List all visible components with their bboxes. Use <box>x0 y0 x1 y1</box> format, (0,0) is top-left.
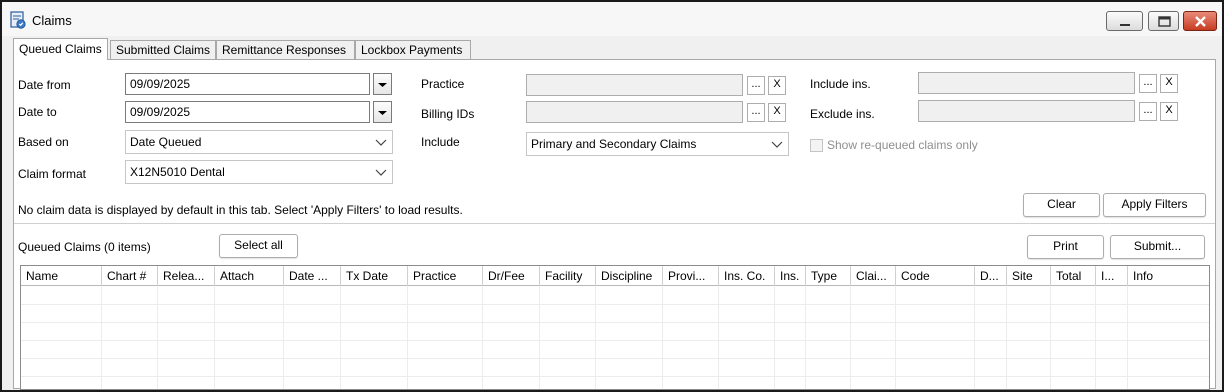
claims-window: Claims Queued Claims Submitted Claims Re… <box>0 0 1224 392</box>
column-header-ins-co[interactable]: Ins. Co. <box>719 266 775 286</box>
column-header-claim[interactable]: Clai... <box>851 266 896 286</box>
practice-field <box>526 74 743 96</box>
maximize-icon <box>1158 16 1171 27</box>
date-to-label: Date to <box>18 105 57 119</box>
chevron-down-icon <box>375 139 387 146</box>
claims-app-icon <box>9 11 27 29</box>
chevron-down-icon <box>378 83 387 87</box>
include-ins-field <box>918 72 1135 94</box>
include-label: Include <box>421 135 460 149</box>
exclude-ins-field <box>918 100 1135 122</box>
maximize-button[interactable] <box>1148 11 1179 31</box>
column-header-tx-date[interactable]: Tx Date <box>341 266 408 286</box>
select-all-button[interactable]: Select all <box>219 234 298 258</box>
column-header-practice[interactable]: Practice <box>408 266 483 286</box>
practice-clear-button[interactable]: X <box>768 76 786 95</box>
exclude-ins-label: Exclude ins. <box>810 107 875 121</box>
column-header-facility[interactable]: Facility <box>540 266 596 286</box>
clear-filters-button[interactable]: Clear <box>1023 193 1100 217</box>
exclude-ins-clear-button[interactable]: X <box>1160 102 1178 121</box>
date-to-field[interactable]: 09/09/2025 <box>125 101 370 123</box>
date-from-picker-button[interactable] <box>373 73 392 95</box>
column-header-release[interactable]: Relea... <box>158 266 215 286</box>
close-button[interactable] <box>1183 11 1217 31</box>
claim-format-select[interactable]: X12N5010 Dental <box>125 160 393 184</box>
exclude-ins-browse-button[interactable]: ... <box>1139 102 1157 121</box>
section-divider <box>14 223 1215 224</box>
close-icon <box>1195 16 1206 27</box>
apply-filters-button[interactable]: Apply Filters <box>1103 193 1206 217</box>
column-header-i[interactable]: I... <box>1096 266 1128 286</box>
include-ins-label: Include ins. <box>810 77 871 91</box>
based-on-value: Date Queued <box>130 135 202 149</box>
billing-ids-label: Billing IDs <box>421 107 475 121</box>
tab-submitted-claims[interactable]: Submitted Claims <box>110 40 216 59</box>
column-header-provider[interactable]: Provi... <box>663 266 719 286</box>
submit-button[interactable]: Submit... <box>1110 235 1205 259</box>
include-value: Primary and Secondary Claims <box>531 137 697 151</box>
grid-header: Name Chart # Relea... Attach Date ... Tx… <box>21 266 1209 286</box>
column-header-info[interactable]: Info <box>1128 266 1209 286</box>
billing-ids-clear-button[interactable]: X <box>768 103 786 122</box>
claim-format-value: X12N5010 Dental <box>130 165 225 179</box>
date-to-picker-button[interactable] <box>373 101 392 123</box>
date-from-field[interactable]: 09/09/2025 <box>125 73 370 95</box>
based-on-select[interactable]: Date Queued <box>125 130 393 154</box>
column-header-attach[interactable]: Attach <box>215 266 284 286</box>
column-header-discipline[interactable]: Discipline <box>596 266 663 286</box>
minimize-icon <box>1120 24 1130 26</box>
column-header-total[interactable]: Total <box>1051 266 1096 286</box>
title-bar[interactable]: Claims <box>2 2 1222 36</box>
minimize-button[interactable] <box>1106 11 1143 31</box>
queued-claims-grid[interactable]: Name Chart # Relea... Attach Date ... Tx… <box>20 265 1210 390</box>
column-header-name[interactable]: Name <box>21 266 102 286</box>
column-header-type[interactable]: Type <box>806 266 851 286</box>
column-header-ins[interactable]: Ins. <box>775 266 806 286</box>
billing-ids-browse-button[interactable]: ... <box>747 103 765 122</box>
claim-format-label: Claim format <box>18 167 87 181</box>
practice-browse-button[interactable]: ... <box>747 76 765 95</box>
tab-remittance-responses[interactable]: Remittance Responses <box>216 40 355 59</box>
column-header-d[interactable]: D... <box>975 266 1007 286</box>
requeued-only-label: Show re-queued claims only <box>827 138 978 152</box>
date-from-label: Date from <box>18 78 71 92</box>
print-button[interactable]: Print <box>1027 235 1104 259</box>
column-header-dr-fee[interactable]: Dr/Fee <box>483 266 540 286</box>
chevron-down-icon <box>771 141 783 148</box>
column-header-chart[interactable]: Chart # <box>102 266 158 286</box>
practice-label: Practice <box>421 77 465 91</box>
based-on-label: Based on <box>18 135 69 149</box>
column-header-site[interactable]: Site <box>1007 266 1051 286</box>
billing-ids-field <box>526 101 743 123</box>
chevron-down-icon <box>375 169 387 176</box>
column-header-date[interactable]: Date ... <box>284 266 341 286</box>
include-ins-browse-button[interactable]: ... <box>1139 74 1157 93</box>
queued-claims-panel: Date from 09/09/2025 Date to 09/09/2025 … <box>13 59 1216 390</box>
requeued-only-checkbox[interactable] <box>810 139 823 152</box>
include-ins-clear-button[interactable]: X <box>1160 74 1178 93</box>
chevron-down-icon <box>378 111 387 115</box>
include-select[interactable]: Primary and Secondary Claims <box>526 132 789 156</box>
no-data-notice: No claim data is displayed by default in… <box>18 203 463 217</box>
tab-queued-claims[interactable]: Queued Claims <box>13 38 108 60</box>
tab-lockbox-payments[interactable]: Lockbox Payments <box>355 40 471 59</box>
queued-claims-count: Queued Claims (0 items) <box>18 240 151 254</box>
column-header-code[interactable]: Code <box>896 266 975 286</box>
window-title: Claims <box>32 13 72 28</box>
